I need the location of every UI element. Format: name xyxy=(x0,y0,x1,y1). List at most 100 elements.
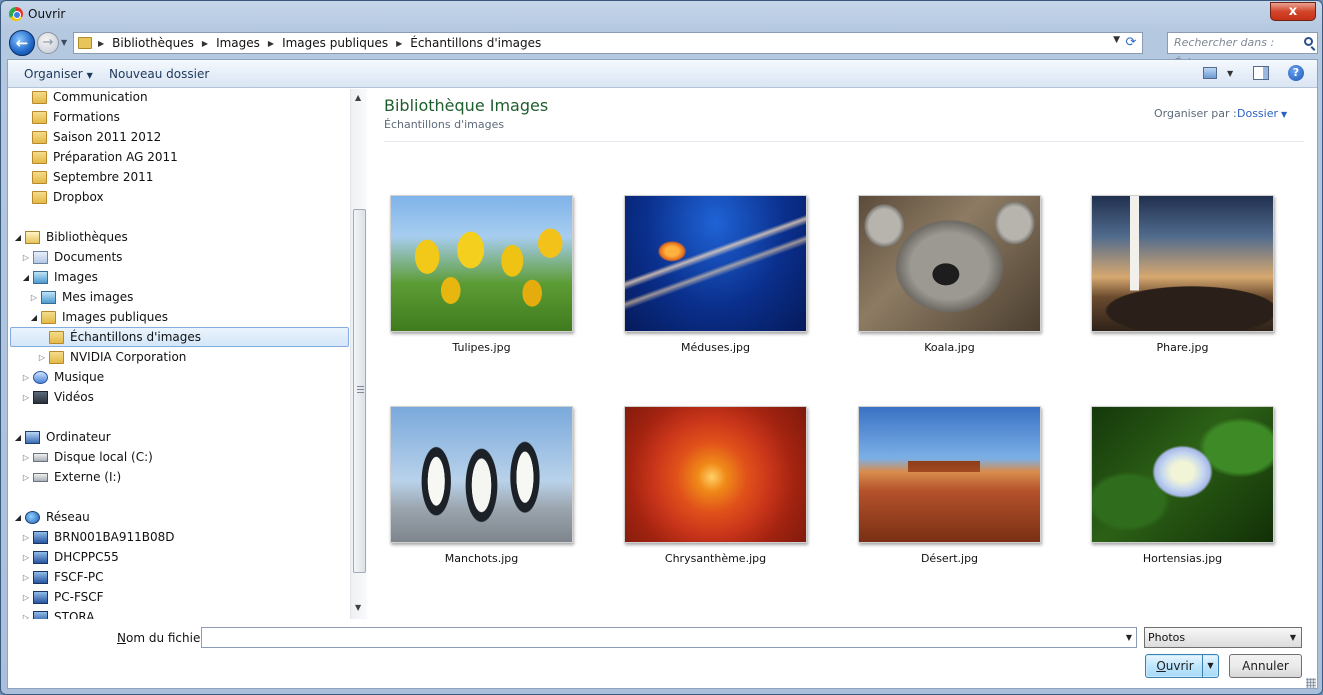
tree-item-dhcppc[interactable]: ▷ DHCPPC55 xyxy=(21,547,119,567)
filename-label: Nom du fichier : xyxy=(117,631,214,645)
pictures-library-icon xyxy=(33,270,48,284)
expanded-arrow-icon[interactable]: ◢ xyxy=(13,433,23,442)
change-view-icon[interactable] xyxy=(1203,67,1217,79)
navigation-scrollbar[interactable]: ▲ ▼ xyxy=(350,89,367,619)
expanded-arrow-icon[interactable]: ◢ xyxy=(13,513,23,522)
breadcrumb-arrow-icon[interactable]: ▶ xyxy=(98,39,104,48)
command-bar: Organiser ▼ Nouveau dossier ▼ ? xyxy=(8,60,1317,88)
breadcrumb-arrow-icon[interactable]: ▶ xyxy=(202,39,208,48)
tree-item-label: Images xyxy=(54,270,98,284)
tree-item-preparation[interactable]: Préparation AG 2011 xyxy=(20,147,178,167)
tree-item-musique[interactable]: ▷ Musique xyxy=(21,367,104,387)
back-button[interactable]: ← xyxy=(9,30,35,56)
breadcrumb-images[interactable]: Images xyxy=(216,36,260,50)
tree-item-formations[interactable]: Formations xyxy=(20,107,120,127)
collapsed-arrow-icon[interactable]: ▷ xyxy=(21,593,31,602)
address-bar[interactable]: ▶ Bibliothèques ▶ Images ▶ Images publiq… xyxy=(73,32,1143,54)
dialog-footer: Nom du fichier : ▼ Photos ▼ Ouvrir ▼ Ann… xyxy=(7,618,1318,690)
cancel-button[interactable]: Annuler xyxy=(1229,654,1302,678)
network-computer-icon xyxy=(33,590,48,604)
file-view[interactable]: Bibliothèque Images Échantillons d'image… xyxy=(368,89,1317,619)
organize-button[interactable]: Organiser ▼ xyxy=(24,67,93,81)
collapsed-arrow-icon[interactable]: ▷ xyxy=(37,353,47,362)
tree-item-label: Formations xyxy=(53,110,120,124)
breadcrumb-arrow-icon[interactable]: ▶ xyxy=(396,39,402,48)
help-icon[interactable]: ? xyxy=(1288,65,1304,81)
address-history-dropdown-icon[interactable]: ▼ xyxy=(1113,35,1120,45)
tree-item-disque-local[interactable]: ▷ Disque local (C:) xyxy=(21,447,153,467)
arrange-by-value: Dossier xyxy=(1237,107,1279,120)
library-subtitle: Échantillons d'images xyxy=(384,118,505,131)
collapsed-arrow-icon[interactable]: ▷ xyxy=(21,373,31,382)
tree-item-communication[interactable]: Communication xyxy=(20,89,148,107)
title-bar[interactable]: Ouvrir x xyxy=(1,1,1322,27)
breadcrumb-echantillons[interactable]: Échantillons d'images xyxy=(410,36,541,50)
scrollbar-thumb[interactable] xyxy=(353,209,366,573)
tree-item-reseau[interactable]: ◢ Réseau xyxy=(13,507,90,527)
scroll-down-icon[interactable]: ▼ xyxy=(355,603,361,612)
search-icon[interactable] xyxy=(1304,37,1313,46)
folder-icon xyxy=(49,330,64,344)
refresh-icon[interactable]: ⟳ xyxy=(1122,34,1140,52)
file-name: Tulipes.jpg xyxy=(452,341,511,354)
tree-item-pc-fscf[interactable]: ▷ PC-FSCF xyxy=(21,587,104,607)
collapsed-arrow-icon[interactable]: ▷ xyxy=(21,253,31,262)
scroll-up-icon[interactable]: ▲ xyxy=(355,93,361,102)
tree-item-mes-images[interactable]: ▷ Mes images xyxy=(29,287,134,307)
tree-item-images[interactable]: ◢ Images xyxy=(21,267,98,287)
recent-pages-dropdown-icon[interactable]: ▼ xyxy=(61,38,69,48)
expanded-arrow-icon[interactable]: ◢ xyxy=(13,233,23,242)
filename-history-dropdown-icon[interactable]: ▼ xyxy=(1126,633,1132,642)
tree-item-septembre[interactable]: Septembre 2011 xyxy=(20,167,153,187)
collapsed-arrow-icon[interactable]: ▷ xyxy=(21,473,31,482)
tree-item-saison[interactable]: Saison 2011 2012 xyxy=(20,127,161,147)
tree-item-fscf-pc[interactable]: ▷ FSCF-PC xyxy=(21,567,104,587)
tree-item-brn[interactable]: ▷ BRN001BA911B08D xyxy=(21,527,175,547)
new-folder-button[interactable]: Nouveau dossier xyxy=(109,67,209,81)
close-button[interactable]: x xyxy=(1270,2,1316,21)
breadcrumb-images-publiques[interactable]: Images publiques xyxy=(282,36,388,50)
breadcrumb-bibliotheques[interactable]: Bibliothèques xyxy=(112,36,194,50)
tree-item-dropbox[interactable]: Dropbox xyxy=(20,187,104,207)
expanded-arrow-icon[interactable]: ◢ xyxy=(29,313,39,322)
filename-input[interactable]: ▼ xyxy=(201,627,1137,648)
search-input[interactable]: Rechercher dans : Échan... xyxy=(1167,32,1318,69)
arrange-by-dropdown[interactable]: Dossier ▼ xyxy=(1237,107,1287,120)
open-button[interactable]: Ouvrir ▼ xyxy=(1145,654,1219,678)
tree-item-ordinateur[interactable]: ◢ Ordinateur xyxy=(13,427,111,447)
file-type-select[interactable]: Photos ▼ xyxy=(1144,627,1302,648)
file-name: Hortensias.jpg xyxy=(1142,552,1223,565)
folder-icon xyxy=(49,350,64,364)
tree-item-label: Ordinateur xyxy=(46,430,111,444)
network-computer-icon xyxy=(33,550,48,564)
network-computer-icon xyxy=(33,530,48,544)
network-icon xyxy=(25,510,40,524)
open-options-dropdown-icon[interactable]: ▼ xyxy=(1202,655,1218,677)
tree-item-nvidia[interactable]: ▷ NVIDIA Corporation xyxy=(37,347,187,367)
tree-item-bibliotheques[interactable]: ◢ Bibliothèques xyxy=(13,227,128,247)
tree-item-externe[interactable]: ▷ Externe (I:) xyxy=(21,467,121,487)
tree-item-videos[interactable]: ▷ Vidéos xyxy=(21,387,94,407)
collapsed-arrow-icon[interactable]: ▷ xyxy=(21,533,31,542)
tree-item-echantillons[interactable]: Échantillons d'images xyxy=(10,327,349,347)
breadcrumb-arrow-icon[interactable]: ▶ xyxy=(268,39,274,48)
collapsed-arrow-icon[interactable]: ▷ xyxy=(21,453,31,462)
library-title: Bibliothèque Images xyxy=(384,96,549,115)
forward-button[interactable]: → xyxy=(37,32,59,54)
tree-item-label: Communication xyxy=(53,90,148,104)
preview-pane-icon[interactable] xyxy=(1253,66,1269,80)
tree-item-documents[interactable]: ▷ Documents xyxy=(21,247,123,267)
resize-grip-icon[interactable] xyxy=(1306,678,1316,688)
grip-icon xyxy=(357,386,364,393)
tree-item-label: Bibliothèques xyxy=(46,230,128,244)
file-name: Désert.jpg xyxy=(920,552,979,565)
collapsed-arrow-icon[interactable]: ▷ xyxy=(21,553,31,562)
collapsed-arrow-icon[interactable]: ▷ xyxy=(21,393,31,402)
navigation-pane[interactable]: Communication Formations Saison 2011 201… xyxy=(8,89,350,619)
tree-item-images-publiques[interactable]: ◢ Images publiques xyxy=(29,307,168,327)
file-name: Chrysanthème.jpg xyxy=(664,552,767,565)
collapsed-arrow-icon[interactable]: ▷ xyxy=(29,293,39,302)
collapsed-arrow-icon[interactable]: ▷ xyxy=(21,573,31,582)
expanded-arrow-icon[interactable]: ◢ xyxy=(21,273,31,282)
view-options-dropdown-icon[interactable]: ▼ xyxy=(1227,69,1233,78)
